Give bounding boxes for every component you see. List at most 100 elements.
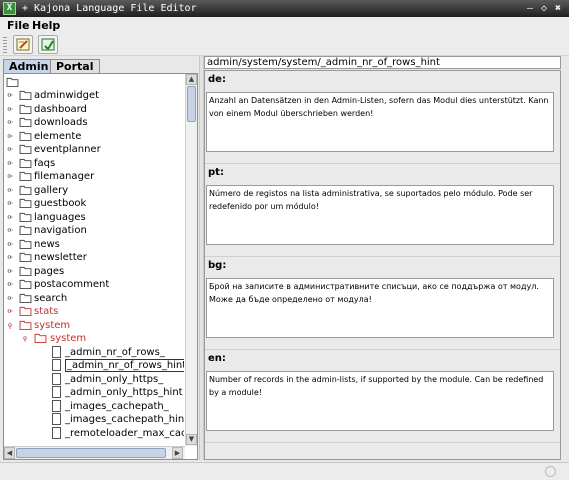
expand-icon[interactable] xyxy=(7,214,13,221)
tree-item-label: languages xyxy=(34,211,86,223)
translation-textarea[interactable]: Брой на записите в административните спи… xyxy=(206,278,554,338)
expand-icon[interactable] xyxy=(7,201,13,207)
folder-icon xyxy=(19,212,32,222)
folder-icon xyxy=(19,293,32,303)
edit-button[interactable] xyxy=(13,35,33,54)
maximize-button[interactable]: ◇ xyxy=(537,0,551,17)
tree-horizontal-scrollbar[interactable]: ◀ ▶ xyxy=(4,446,185,459)
minimize-button[interactable]: – xyxy=(523,0,537,17)
tree-item-label: navigation xyxy=(34,225,87,236)
language-code: de: xyxy=(208,74,226,85)
tree-item-label: adminwidget xyxy=(34,90,100,101)
expand-icon[interactable] xyxy=(7,160,13,167)
collapse-icon[interactable] xyxy=(7,322,13,329)
tree-item-label: _images_cachepath_ xyxy=(65,400,169,412)
app-icon: X xyxy=(3,2,16,15)
expand-icon[interactable] xyxy=(7,147,13,153)
folder-icon xyxy=(19,171,32,181)
tree-item-label: system xyxy=(50,333,87,344)
tree-item-label: stats xyxy=(34,306,59,317)
language-tree[interactable]: adminwidget dashboard downloads elemente eve… xyxy=(4,74,184,446)
tab-portal[interactable]: Portal xyxy=(50,59,100,74)
tree-item-label: search xyxy=(34,292,68,304)
expand-icon[interactable] xyxy=(7,106,13,113)
expand-icon[interactable] xyxy=(7,120,13,126)
close-button[interactable]: ✖ xyxy=(551,0,565,17)
document-icon xyxy=(52,399,61,412)
language-code: bg: xyxy=(208,260,227,271)
scroll-right-icon[interactable]: ▶ xyxy=(172,447,183,459)
folder-icon xyxy=(19,198,32,208)
scroll-up-icon[interactable]: ▲ xyxy=(186,74,197,85)
tree-item-label: downloads xyxy=(34,117,88,128)
folder-icon xyxy=(34,333,47,343)
document-icon xyxy=(52,345,61,358)
selected-entry-label: _admin_nr_of_rows_hint xyxy=(65,359,184,372)
folder-icon xyxy=(19,266,32,276)
scroll-down-icon[interactable]: ▼ xyxy=(186,434,197,445)
expand-icon[interactable] xyxy=(7,93,13,99)
tree-item-label: guestbook xyxy=(34,198,87,209)
tree-item-label: _admin_only_https_ xyxy=(65,373,164,385)
tree-item-label: _remoteloader_max_cachet xyxy=(65,427,184,439)
export-icon xyxy=(41,38,55,51)
tree-item-label: elemente xyxy=(34,130,82,142)
tree-item-label: pages xyxy=(34,265,65,277)
folder-icon xyxy=(19,104,32,114)
collapse-icon[interactable] xyxy=(22,336,28,342)
tree-panel: adminwidget dashboard downloads elemente eve… xyxy=(3,73,198,460)
tree-item-label: filemanager xyxy=(34,171,95,182)
expand-icon[interactable] xyxy=(7,174,13,180)
expand-icon[interactable] xyxy=(7,228,13,234)
tree-item-label: faqs xyxy=(34,157,56,169)
window-title: + Kajona Language File Editor xyxy=(22,3,197,14)
title-bar: X + Kajona Language File Editor – ◇ ✖ xyxy=(0,0,569,17)
document-icon xyxy=(52,413,61,425)
menu-help[interactable]: Help xyxy=(32,19,60,32)
folder-icon xyxy=(19,279,32,289)
language-code: pt: xyxy=(208,167,224,178)
folder-icon xyxy=(6,77,19,87)
tree-item-label: _admin_nr_of_rows_ xyxy=(65,346,165,358)
tree-item-label: system xyxy=(34,319,71,331)
expand-icon[interactable] xyxy=(7,133,13,140)
menu-file[interactable]: File xyxy=(7,19,30,32)
tree-item-label: news xyxy=(34,238,60,250)
folder-icon xyxy=(19,185,32,195)
tree-item-label: newsletter xyxy=(34,252,87,263)
translation-textarea[interactable]: Número de registos na lista administrati… xyxy=(206,185,554,245)
tree-item-label: dashboard xyxy=(34,103,87,115)
tree-item-label: postacomment xyxy=(34,279,110,290)
expand-icon[interactable] xyxy=(7,187,13,194)
tree-vertical-scroll-thumb[interactable] xyxy=(187,86,196,122)
folder-icon xyxy=(19,117,32,127)
translation-textarea[interactable]: Number of records in the admin-lists, if… xyxy=(206,371,554,431)
tree-horizontal-scroll-thumb[interactable] xyxy=(16,448,166,458)
status-bar xyxy=(0,462,569,480)
expand-icon[interactable] xyxy=(7,241,13,248)
folder-icon xyxy=(19,225,32,235)
language-editors: de: Anzahl an Datensätzen in den Admin-Li… xyxy=(204,70,561,460)
expand-icon[interactable] xyxy=(7,282,13,288)
document-icon xyxy=(52,386,61,398)
language-block: de: Anzahl an Datensätzen in den Admin-Li… xyxy=(205,71,560,164)
scroll-left-icon[interactable]: ◀ xyxy=(4,447,15,459)
translation-textarea[interactable]: Anzahl an Datensätzen in den Admin-Liste… xyxy=(206,92,554,152)
document-icon xyxy=(52,359,61,371)
folder-icon xyxy=(19,252,32,262)
folder-icon xyxy=(19,158,32,168)
edit-icon xyxy=(16,38,30,51)
editor-panel: admin/system/system/_admin_nr_of_rows_hi… xyxy=(204,56,566,460)
tab-admin[interactable]: Admin xyxy=(3,59,55,74)
expand-icon[interactable] xyxy=(7,268,13,275)
language-code: en: xyxy=(208,353,226,364)
export-button[interactable] xyxy=(38,35,58,54)
tree-vertical-scrollbar[interactable]: ▲ ▼ xyxy=(185,74,197,446)
expand-icon[interactable] xyxy=(7,295,13,302)
expand-icon[interactable] xyxy=(7,255,13,261)
status-indicator-icon xyxy=(545,466,556,477)
folder-icon xyxy=(19,90,32,100)
expand-icon[interactable] xyxy=(7,309,13,315)
language-block: en: Number of records in the admin-lists,… xyxy=(205,350,560,443)
toolbar-grip-icon[interactable] xyxy=(3,37,7,53)
